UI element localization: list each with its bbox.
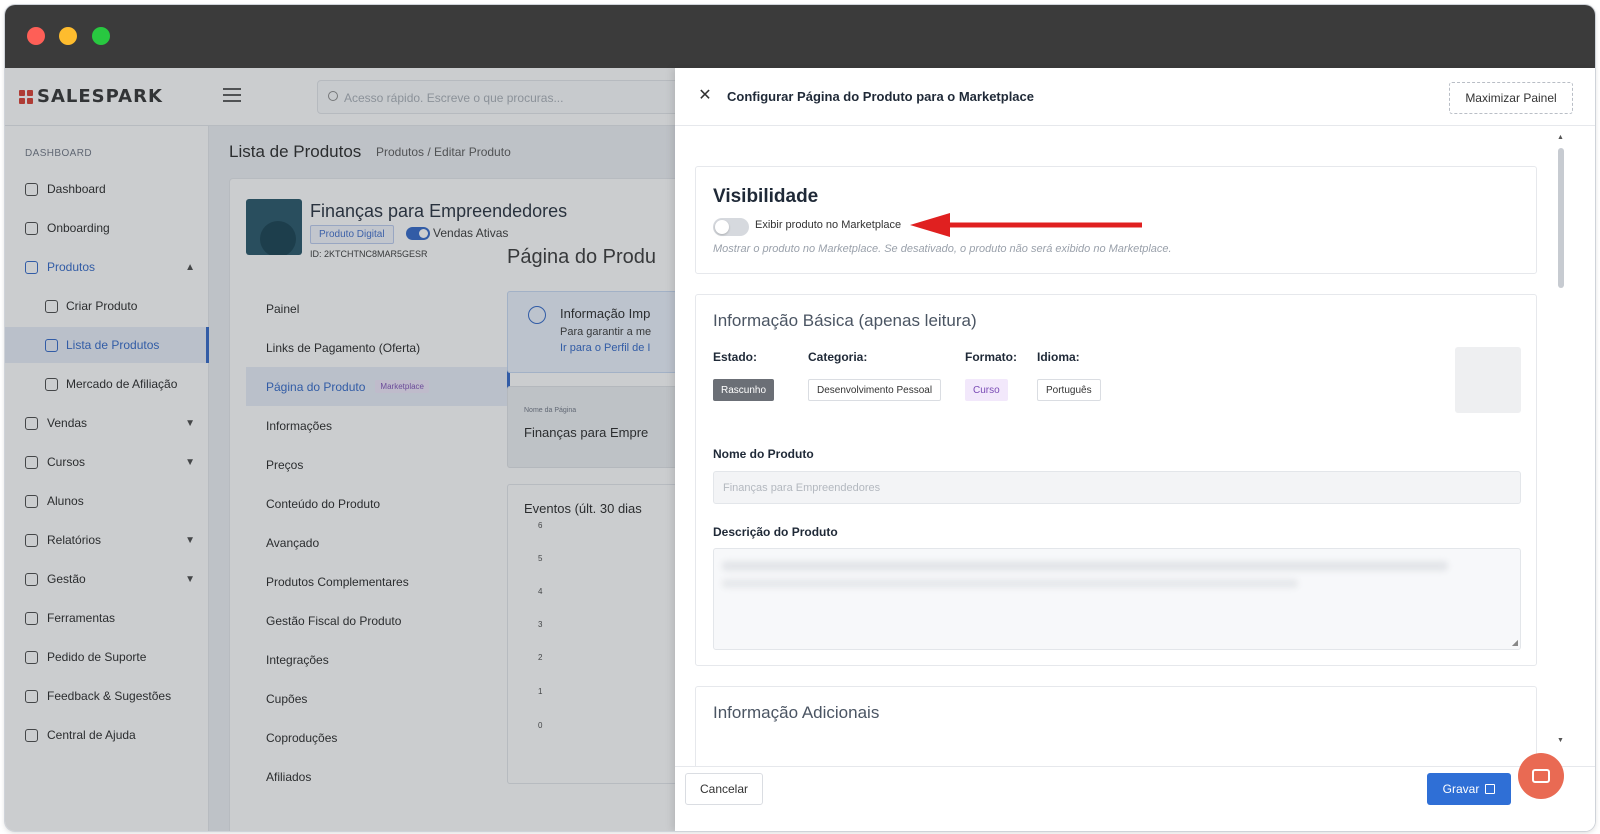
visibility-help-text: Mostrar o produto no Marketplace. Se des… [713, 243, 1172, 255]
formato-badge: Curso [965, 379, 1008, 401]
categoria-badge: Desenvolvimento Pessoal [808, 379, 942, 401]
maximize-window-button[interactable] [92, 27, 110, 45]
chat-support-button[interactable] [1518, 753, 1564, 799]
marketplace-visibility-toggle[interactable] [713, 218, 749, 236]
categoria-label: Categoria: [808, 350, 868, 364]
scrollbar-thumb[interactable] [1558, 148, 1564, 288]
modal-backdrop[interactable] [5, 68, 675, 831]
save-button[interactable]: Gravar [1427, 773, 1511, 805]
blurred-text-line [722, 579, 1298, 588]
estado-label: Estado: [713, 350, 758, 364]
minimize-window-button[interactable] [59, 27, 77, 45]
red-arrow-annotation [910, 213, 1142, 237]
resize-handle-icon[interactable]: ◢ [1512, 638, 1518, 647]
descricao-produto-textarea[interactable]: ◢ [713, 548, 1521, 650]
nome-produto-label: Nome do Produto [713, 447, 814, 461]
drawer-header: ✕ Configurar Página do Produto para o Ma… [675, 68, 1595, 126]
basic-info-panel: Informação Básica (apenas leitura) Estad… [695, 294, 1537, 666]
drawer-title: Configurar Página do Produto para o Mark… [727, 89, 1034, 104]
visibility-heading: Visibilidade [713, 186, 819, 207]
cancel-button[interactable]: Cancelar [685, 773, 763, 805]
formato-label: Formato: [965, 350, 1017, 364]
drawer-footer: Cancelar Gravar [675, 753, 1595, 831]
estado-badge: Rascunho [713, 379, 775, 401]
app-background: SALESPARK Acesso rápido. Escreve o que p… [5, 68, 1595, 831]
maximize-panel-button[interactable]: Maximizar Painel [1449, 82, 1573, 114]
save-icon [1485, 784, 1496, 794]
close-window-button[interactable] [27, 27, 45, 45]
product-image-placeholder [1455, 347, 1521, 413]
idioma-badge: Português [1037, 379, 1101, 401]
marketplace-config-drawer: ✕ Configurar Página do Produto para o Ma… [675, 68, 1595, 831]
chat-icon [1532, 769, 1550, 783]
marketplace-toggle-label: Exibir produto no Marketplace [755, 219, 902, 231]
blurred-text-line [722, 561, 1448, 571]
app-window: SALESPARK Acesso rápido. Escreve o que p… [5, 5, 1595, 831]
basic-info-heading: Informação Básica (apenas leitura) [713, 311, 977, 330]
close-icon[interactable]: ✕ [697, 88, 713, 104]
additional-info-panel: Informação Adicionais [695, 686, 1537, 766]
visibility-panel: Visibilidade Exibir produto no Marketpla… [695, 166, 1537, 274]
nome-produto-input[interactable]: Finanças para Empreendedores [713, 471, 1521, 504]
drawer-scrollbar[interactable]: ▲ ▼ [1557, 134, 1565, 744]
save-button-label: Gravar [1442, 782, 1480, 796]
descricao-produto-label: Descrição do Produto [713, 525, 838, 539]
scroll-up-icon[interactable]: ▲ [1557, 134, 1564, 141]
additional-info-heading: Informação Adicionais [713, 703, 880, 722]
window-titlebar [5, 5, 1595, 68]
idioma-label: Idioma: [1037, 350, 1080, 364]
drawer-body: Visibilidade Exibir produto no Marketpla… [675, 126, 1567, 766]
scroll-down-icon[interactable]: ▼ [1557, 737, 1564, 744]
